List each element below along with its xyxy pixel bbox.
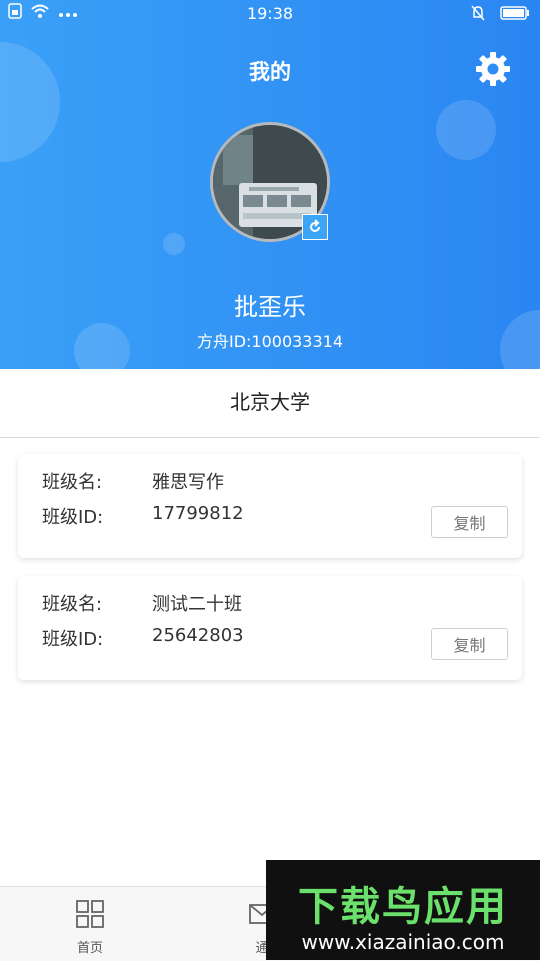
class-id-label: 班级ID: (42, 629, 104, 650)
decor-bubble (436, 100, 496, 160)
class-name-value: 测试二十班 (152, 594, 242, 615)
refresh-icon (310, 219, 320, 232)
class-name-row: 班级名: 测试二十班 (42, 590, 242, 616)
mute-bell-icon (470, 4, 486, 26)
class-name-value: 雅思写作 (152, 472, 224, 493)
class-name-row: 班级名: 雅思写作 (42, 468, 224, 494)
copy-button[interactable]: 复制 (431, 506, 508, 538)
avatar-container[interactable] (210, 122, 330, 242)
class-id-row: 班级ID: 17799812 (42, 503, 244, 529)
decor-bubble (163, 233, 185, 255)
user-name: 批歪乐 (234, 293, 306, 321)
class-id-label: 班级ID: (42, 507, 104, 528)
status-bar: 19:38 (0, 0, 540, 28)
class-card: 班级名: 雅思写作 班级ID: 17799812 复制 (18, 454, 522, 558)
class-name-label: 班级名: (42, 594, 103, 615)
copy-button[interactable]: 复制 (431, 628, 508, 660)
watermark-logo: 下载鸟应用 www.xiazainiao.com (266, 860, 540, 960)
gear-icon (476, 52, 510, 86)
class-id-value: 25642803 (152, 625, 244, 646)
tab-home-label: 首页 (76, 941, 103, 956)
settings-button[interactable] (474, 50, 512, 88)
watermark-url: www.xiazainiao.com (301, 930, 505, 954)
status-time: 19:38 (246, 4, 294, 23)
school-name: 北京大学 (0, 369, 540, 438)
profile-header: 19:38 我的 批歪乐 方舟ID:100033314 (0, 0, 540, 369)
tab-home[interactable]: 首页 (60, 899, 120, 956)
class-name-label: 班级名: (42, 472, 103, 493)
battery-icon (500, 5, 530, 25)
class-id-row: 班级ID: 25642803 (42, 625, 244, 651)
class-card: 班级名: 测试二十班 班级ID: 25642803 复制 (18, 576, 522, 680)
grid-icon (76, 900, 104, 928)
avatar-edit-badge[interactable] (302, 214, 328, 240)
class-id-value: 17799812 (152, 503, 244, 524)
user-id: 方舟ID:100033314 (196, 332, 344, 351)
watermark-title: 下载鸟应用 (298, 884, 508, 930)
page-title: 我的 (249, 60, 291, 84)
